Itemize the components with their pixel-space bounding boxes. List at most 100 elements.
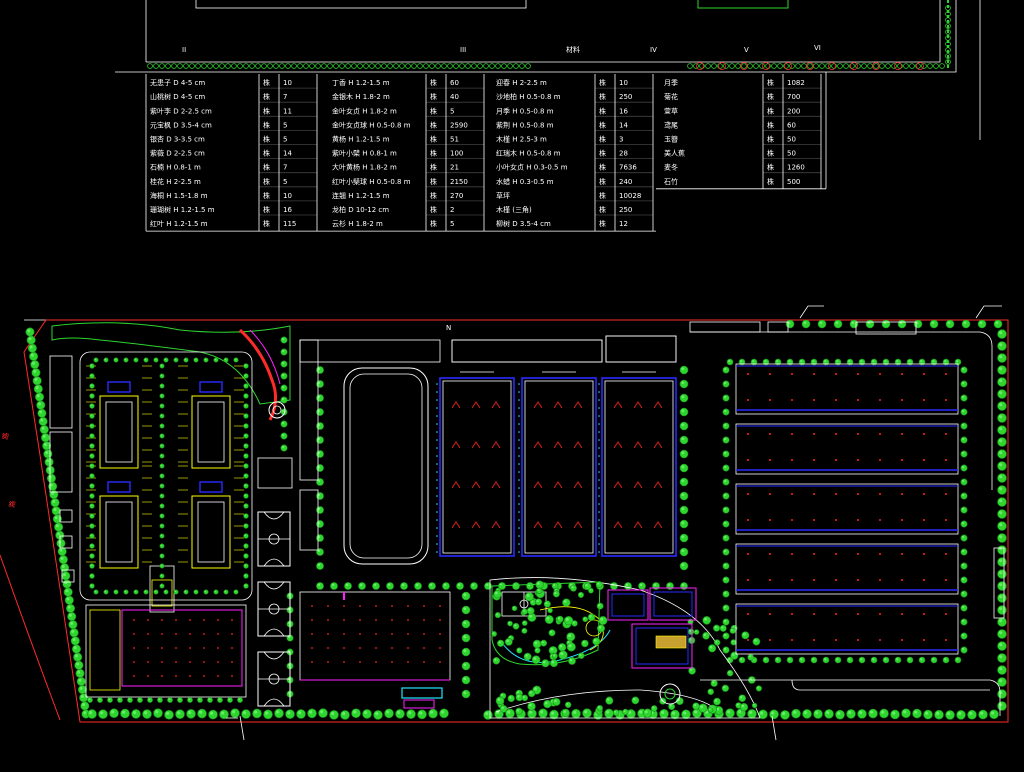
shrub [227, 697, 233, 703]
perimeter-tree [395, 709, 405, 719]
perimeter-tree [316, 582, 324, 590]
perimeter-tree [604, 708, 614, 719]
garden-tree [558, 643, 567, 652]
perimeter-tree [679, 547, 689, 557]
perimeter-tree [868, 708, 878, 719]
plant-table-row: 金叶女贞 H 1.8-2 m 株 5 [332, 106, 454, 115]
plant-table-row: 紫荆 H 0.5-0.8 m 株 14 [496, 120, 628, 129]
garden-tree [507, 620, 513, 627]
garden-tree [552, 697, 561, 706]
plant-unit: 株 [430, 120, 437, 129]
perimeter-tree [461, 661, 471, 671]
shrub [159, 423, 165, 429]
perimeter-tree [87, 709, 97, 719]
perimeter-tree [997, 461, 1007, 471]
plant-quantity: 2590 [450, 121, 468, 129]
plant-unit: 株 [430, 92, 437, 101]
garden-tree [556, 615, 564, 623]
plant-name: 山桃树 D 4-5 cm [150, 92, 205, 101]
garden-tree [578, 652, 585, 659]
shrub [159, 433, 165, 439]
plant-table-row: 红瑞木 H 0.5-0.8 m 株 28 [496, 149, 628, 158]
perimeter-tree [961, 319, 971, 329]
perimeter-tree [780, 710, 790, 720]
shrub [147, 697, 153, 703]
garden-tree [491, 631, 497, 637]
garden-tree [516, 647, 523, 654]
shrub [159, 573, 165, 579]
garden-tree [698, 703, 708, 713]
shrub [233, 589, 239, 595]
perimeter-tree [461, 605, 471, 615]
perimeter-tree [417, 709, 427, 720]
perimeter-tree [39, 425, 49, 435]
warehouse-row [735, 363, 959, 415]
plant-quantity: 240 [619, 178, 632, 186]
plant-name: 紫荆 H 0.5-0.8 m [496, 120, 554, 129]
perimeter-tree [76, 676, 86, 686]
leader-lines [226, 305, 1002, 741]
perimeter-tree [316, 394, 324, 402]
perimeter-tree [71, 644, 81, 654]
top-label-3: 材料 [566, 45, 580, 54]
perimeter-tree [280, 444, 288, 452]
plant-unit: 株 [767, 135, 774, 144]
garden-tree [531, 655, 541, 664]
perimeter-tree [997, 485, 1007, 495]
plant-quantity: 40 [450, 93, 459, 101]
garden-tree [702, 632, 710, 640]
perimeter-tree [989, 709, 999, 720]
garden-tree [708, 644, 717, 653]
garden-tree [739, 703, 749, 712]
garden-tree [521, 694, 529, 702]
garden-tree [566, 642, 576, 652]
perimeter-tree [865, 319, 875, 329]
plant-name: 银杏 D 3-3.5 cm [150, 135, 205, 144]
plant-table-row: 红叶小檗球 H 0.5-0.8 m 株 2150 [332, 177, 468, 186]
plant-table-row: 金银木 H 1.8-2 m 株 40 [332, 92, 459, 101]
garden-tree [747, 653, 755, 661]
perimeter-tree [802, 709, 812, 719]
shrub [243, 413, 249, 419]
plant-quantity: 14 [619, 121, 628, 129]
perimeter-tree [960, 394, 968, 402]
perimeter-tree [582, 708, 592, 718]
shrub [159, 523, 165, 529]
perimeter-tree [33, 384, 43, 394]
perimeter-tree [40, 433, 50, 443]
plant-name: 水蜡 H 0.3-0.5 m [496, 177, 554, 186]
warehouse-row [735, 483, 959, 535]
garden-tree [543, 600, 551, 608]
shrub [133, 357, 139, 363]
perimeter-tree [722, 534, 730, 542]
plant-table-row: 萱草 株 200 [664, 106, 800, 115]
perimeter-tree [997, 473, 1007, 483]
plant-name: 美人蕉 [664, 149, 685, 158]
perimeter-tree [738, 656, 746, 664]
plant-quantity: 1082 [787, 79, 805, 87]
shrub [159, 533, 165, 539]
perimeter-tree [70, 636, 80, 646]
plant-unit: 株 [599, 92, 606, 101]
plant-name: 玉簪 [664, 135, 678, 144]
shrub [223, 357, 229, 363]
plant-unit: 株 [599, 106, 606, 115]
shrub [89, 483, 95, 489]
garden-tree [730, 639, 737, 646]
plant-quantity: 51 [450, 136, 459, 144]
garden-tree [558, 650, 568, 660]
plant-table-row: 连翘 H 1.2-1.5 m 株 270 [332, 191, 463, 200]
perimeter-tree [638, 582, 646, 590]
perimeter-tree [960, 534, 968, 542]
plant-unit: 株 [767, 177, 774, 186]
perimeter-tree [280, 348, 288, 356]
perimeter-tree [960, 520, 968, 528]
shrub [159, 463, 165, 469]
plant-quantity: 10 [283, 192, 292, 200]
perimeter-tree [98, 709, 108, 719]
perimeter-tree [722, 590, 730, 598]
perimeter-tree [307, 708, 317, 719]
plant-quantity: 200 [787, 107, 800, 115]
perimeter-tree [722, 366, 730, 374]
perimeter-tree [997, 377, 1007, 387]
